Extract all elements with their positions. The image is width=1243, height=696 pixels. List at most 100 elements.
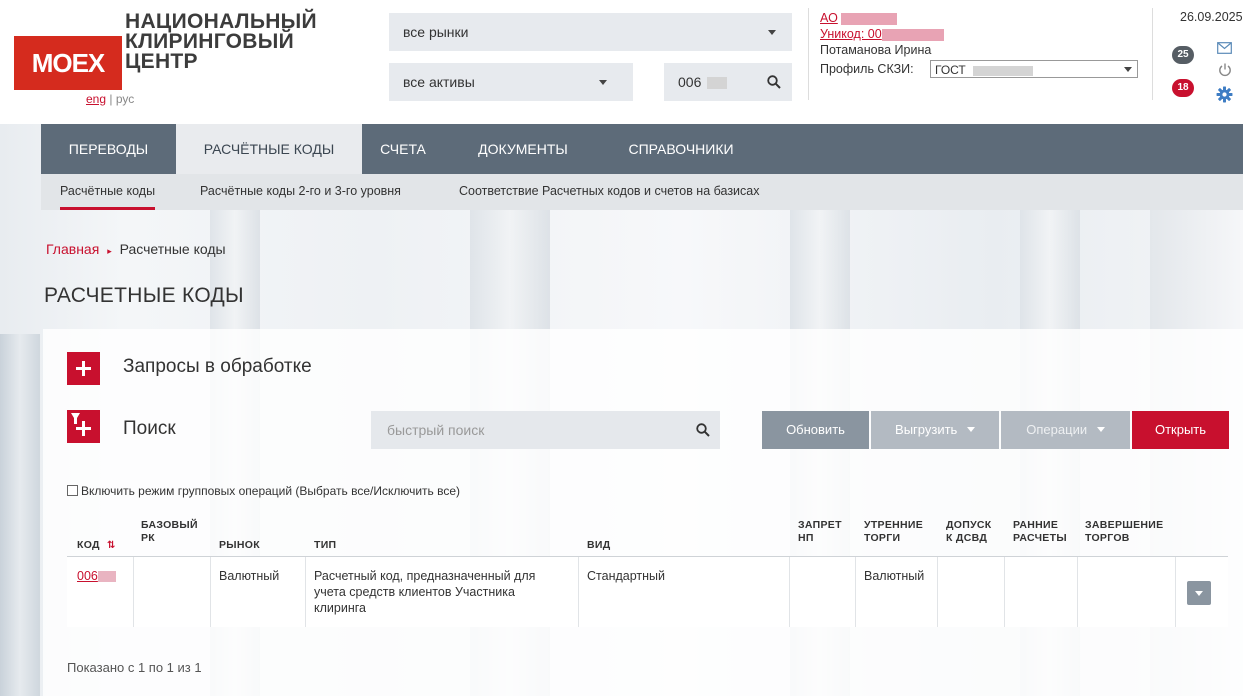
cell-kind: Стандартный xyxy=(587,569,665,583)
lang-rus-link[interactable]: рус xyxy=(116,92,134,106)
header: MOEX НАЦИОНАЛЬНЫЙ КЛИРИНГОВЫЙ ЦЕНТР eng … xyxy=(0,0,1243,124)
quick-search-input[interactable]: быстрый поиск xyxy=(371,411,720,449)
chevron-down-icon xyxy=(768,30,776,35)
current-date: 26.09.2025 xyxy=(1180,10,1243,24)
code-search-value: 006 xyxy=(678,74,702,90)
redacted-block xyxy=(97,571,116,583)
sub-nav: Расчётные коды Расчётные коды 2-го и 3-г… xyxy=(41,174,1243,210)
export-button[interactable]: Выгрузить xyxy=(871,411,999,449)
refresh-button[interactable]: Обновить xyxy=(762,411,869,449)
gear-icon[interactable] xyxy=(1216,86,1233,103)
subnav-item-level-2-3-codes[interactable]: Расчётные коды 2-го и 3-го уровня xyxy=(200,174,401,210)
nav-item-references[interactable]: СПРАВОЧНИКИ xyxy=(602,124,760,174)
moex-logo[interactable]: MOEX xyxy=(14,36,122,90)
nav-item-accounts[interactable]: СЧЕТА xyxy=(362,124,444,174)
open-button[interactable]: Открыть xyxy=(1132,411,1229,449)
expand-requests-button[interactable] xyxy=(67,352,100,385)
power-icon[interactable] xyxy=(1218,63,1232,77)
group-operations-label: Включить режим групповых операций (Выбра… xyxy=(81,484,461,498)
column-header-market[interactable]: РЫНОК xyxy=(219,539,260,552)
org-name-line-1: НАЦИОНАЛЬНЫЙ xyxy=(125,10,317,33)
search-icon[interactable] xyxy=(696,423,710,437)
column-header-type[interactable]: ТИП xyxy=(314,539,336,552)
profile-select[interactable]: ГОСТ xyxy=(930,60,1138,78)
cell-code[interactable]: 006 xyxy=(77,568,116,584)
nav-item-documents[interactable]: ДОКУМЕНТЫ xyxy=(444,124,602,174)
chevron-down-icon xyxy=(599,80,607,85)
group-operations-toggle[interactable]: Включить режим групповых операций (Выбра… xyxy=(67,484,460,498)
export-button-label: Выгрузить xyxy=(895,422,958,437)
alerts-badge[interactable]: 18 xyxy=(1172,79,1194,97)
subnav-item-settlement-codes[interactable]: Расчётные коды xyxy=(60,174,156,210)
main-nav: ПЕРЕВОДЫ РАСЧЁТНЫЕ КОДЫ СЧЕТА ДОКУМЕНТЫ … xyxy=(41,124,1243,174)
settlement-codes-table: КОД ⇅ БАЗОВЫЙ РК РЫНОК ТИП ВИД ЗАПРЕТ НП У… xyxy=(67,514,1228,627)
column-header-code[interactable]: КОД ⇅ xyxy=(77,539,116,552)
lang-eng-link[interactable]: eng xyxy=(86,92,106,106)
market-select-value: все рынки xyxy=(403,24,469,40)
org-name-line-2: КЛИРИНГОВЫЙ xyxy=(125,30,294,53)
chevron-down-icon xyxy=(966,427,975,432)
column-header-end-of-trades[interactable]: ЗАВЕРШЕНИЕ ТОРГОВ xyxy=(1085,519,1163,545)
redacted-block xyxy=(841,12,898,25)
market-select[interactable]: все рынки xyxy=(389,13,792,51)
column-header-code-label: КОД xyxy=(77,539,100,551)
breadcrumb-home-link[interactable]: Главная xyxy=(46,241,99,257)
divider xyxy=(808,8,809,100)
account-name-link[interactable]: АО xyxy=(820,11,838,25)
filter-plus-icon xyxy=(71,413,91,436)
chevron-down-icon xyxy=(1195,591,1203,596)
operations-button-label: Операции xyxy=(1026,422,1088,437)
subnav-item-codes-accounts-mapping[interactable]: Соответствие Расчетных кодов и счетов на… xyxy=(459,174,759,210)
cell-morning-trades: Валютный xyxy=(864,569,925,583)
cell-type: Расчетный код, предназначенный для учета… xyxy=(314,569,536,615)
org-name-line-3: ЦЕНТР xyxy=(125,50,198,73)
search-icon[interactable] xyxy=(767,75,781,89)
redacted-block xyxy=(881,28,944,41)
breadcrumb: Главная ▸ Расчетные коды xyxy=(46,241,226,257)
column-header-morning-trades[interactable]: УТРЕННИЕ ТОРГИ xyxy=(864,519,923,545)
column-header-ban[interactable]: ЗАПРЕТ НП xyxy=(798,519,842,545)
code-search-input[interactable]: 006 xyxy=(664,63,792,101)
group-operations-checkbox[interactable] xyxy=(67,485,78,496)
page-title: РАСЧЕТНЫЕ КОДЫ xyxy=(44,284,244,307)
assets-select[interactable]: все активы xyxy=(389,63,633,101)
unicode-line[interactable]: Уникод: 00 xyxy=(820,26,944,42)
column-header-access-dsvd[interactable]: ДОПУСК К ДСВД xyxy=(946,519,992,545)
profile-label: Профиль СКЗИ: xyxy=(820,62,914,76)
row-actions-button[interactable] xyxy=(1187,581,1211,605)
chevron-down-icon xyxy=(1124,67,1132,72)
column-header-base-rk[interactable]: БАЗОВЫЙ РК xyxy=(141,519,198,545)
redacted-block xyxy=(707,77,728,90)
content-panel xyxy=(43,329,1243,696)
code-link[interactable]: 006 xyxy=(77,569,98,583)
pagination-info: Показано с 1 по 1 из 1 xyxy=(67,660,202,675)
plus-icon xyxy=(76,361,91,376)
table-row[interactable]: 006 Валютный Расчетный код, предназначен… xyxy=(67,557,1228,627)
unicode-link[interactable]: Уникод: 00 xyxy=(820,27,882,41)
language-switcher: eng | рус xyxy=(86,92,134,106)
expand-search-button[interactable] xyxy=(67,410,100,443)
column-header-kind[interactable]: ВИД xyxy=(587,539,611,552)
profile-select-value: ГОСТ xyxy=(935,63,966,77)
nav-item-settlement-codes[interactable]: РАСЧЁТНЫЕ КОДЫ xyxy=(176,124,362,174)
quick-search-placeholder: быстрый поиск xyxy=(387,422,485,438)
breadcrumb-current: Расчетные коды xyxy=(119,241,226,257)
breadcrumb-separator-icon: ▸ xyxy=(107,246,112,256)
profile-row: Профиль СКЗИ: xyxy=(820,61,914,77)
divider xyxy=(1152,8,1153,100)
chevron-down-icon xyxy=(1096,427,1105,432)
operations-button[interactable]: Операции xyxy=(1001,411,1130,449)
user-name: Потаманова Ирина xyxy=(820,43,932,57)
mail-icon[interactable] xyxy=(1217,42,1232,54)
assets-select-value: все активы xyxy=(403,74,475,90)
column-header-early-settlement[interactable]: РАННИЕ РАСЧЕТЫ xyxy=(1013,519,1067,545)
account-name[interactable]: АО xyxy=(820,10,898,26)
sort-asc-icon[interactable]: ⇅ xyxy=(107,540,116,551)
nav-item-transfers[interactable]: ПЕРЕВОДЫ xyxy=(41,124,176,174)
messages-badge[interactable]: 25 xyxy=(1172,46,1194,64)
redacted-block xyxy=(973,65,1034,76)
search-section-label[interactable]: Поиск xyxy=(123,418,176,440)
cell-market: Валютный xyxy=(219,569,280,583)
lang-separator: | xyxy=(109,92,113,106)
requests-in-processing-label[interactable]: Запросы в обработке xyxy=(123,356,312,378)
